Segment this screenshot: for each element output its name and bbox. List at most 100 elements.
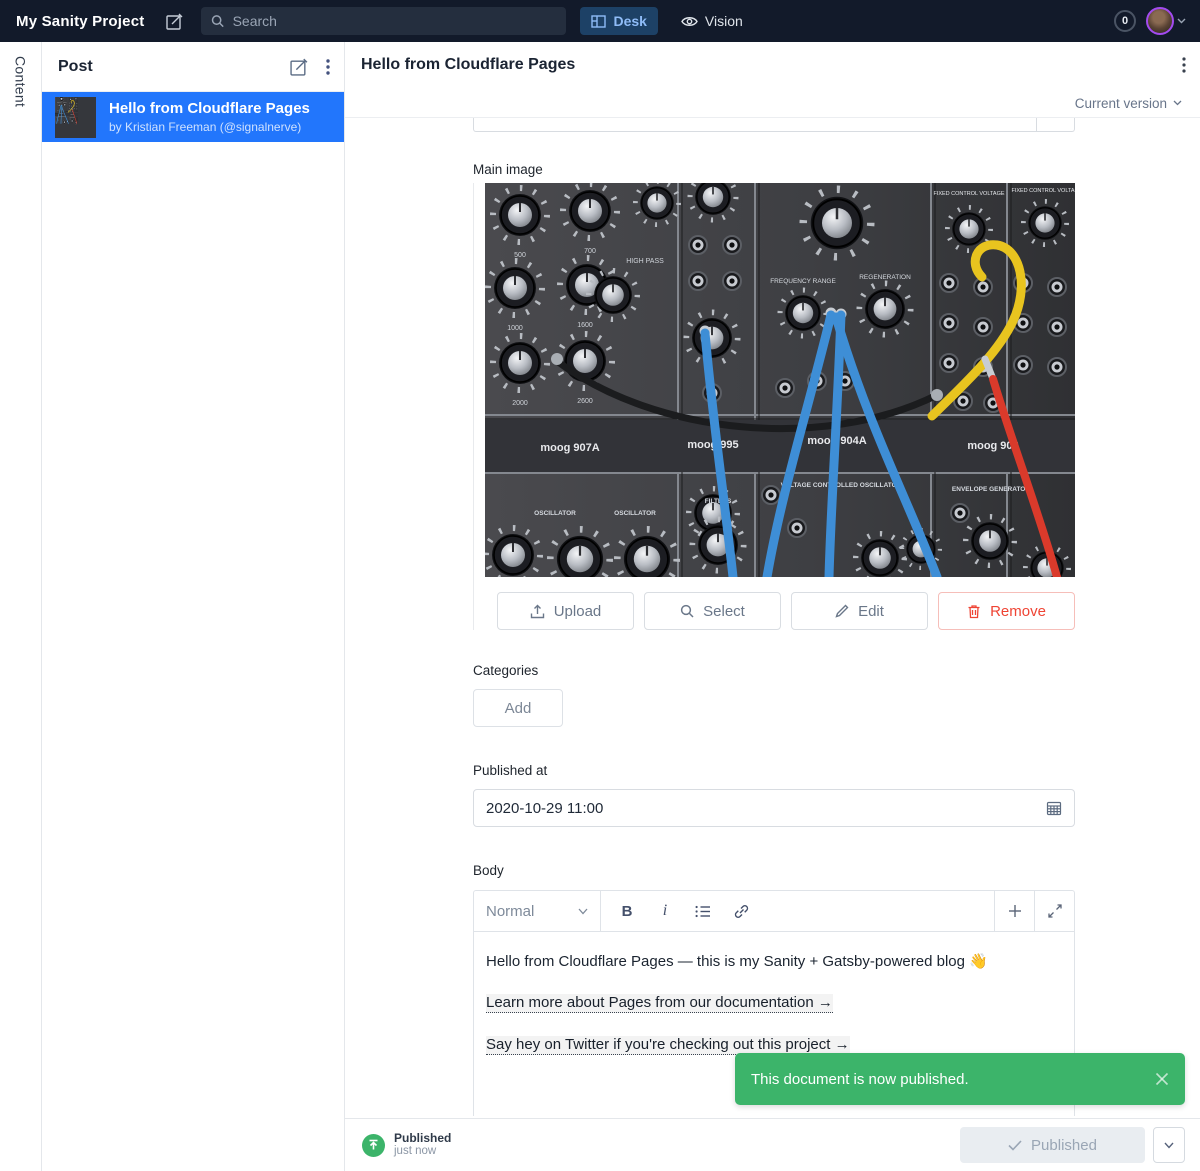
body-link-twitter[interactable]: Say hey on Twitter if you're checking ou… [486, 1036, 850, 1055]
edit-button[interactable]: Edit [791, 592, 928, 630]
eye-icon [681, 15, 698, 28]
tab-vision[interactable]: Vision [670, 7, 754, 35]
notifications-count: 0 [1122, 15, 1128, 27]
edit-button-label: Edit [858, 603, 884, 620]
body-toolbar: Normal B i [474, 891, 1074, 932]
desk-icon [591, 14, 606, 29]
version-selector[interactable]: Current version [1075, 96, 1182, 111]
post-item-subtitle: by Kristian Freeman (@signalnerve) [109, 120, 310, 134]
chevron-down-icon [1164, 1142, 1174, 1149]
chevron-down-icon [1173, 100, 1182, 106]
project-title: My Sanity Project [16, 13, 144, 30]
document-editor-pane: Hello from Cloudflare Pages Current vers… [345, 42, 1200, 1171]
publish-status-time: just now [394, 1145, 451, 1159]
toolbar-spacer [759, 891, 994, 931]
body-label: Body [473, 863, 1075, 878]
document-menu-button[interactable] [1182, 57, 1186, 73]
body-link-documentation[interactable]: Learn more about Pages from our document… [486, 994, 833, 1013]
publish-status-title: Published [394, 1131, 451, 1145]
chevron-down-icon [578, 908, 588, 915]
calendar-icon [1046, 800, 1062, 816]
toast-message: This document is now published. [751, 1071, 969, 1088]
plus-icon [1008, 904, 1022, 918]
main-image-field: Upload Select Edit Remove [473, 183, 1075, 630]
tab-desk-label: Desk [613, 13, 646, 29]
success-toast: This document is now published. [735, 1053, 1185, 1105]
post-thumbnail [55, 97, 96, 138]
post-panel-title: Post [58, 58, 93, 76]
chevron-down-icon [1177, 18, 1186, 24]
compose-icon [166, 13, 183, 30]
sanity-studio: 500700 10001600 20002600 HIGH PASS FREQU… [0, 0, 1200, 1171]
bullet-list-button[interactable] [685, 891, 721, 931]
post-item-title: Hello from Cloudflare Pages [109, 100, 310, 119]
document-form-scroll-area[interactable]: Main image Upload Select [345, 118, 1200, 1118]
expand-icon [1048, 904, 1062, 918]
slug-input-truncated[interactable] [473, 118, 1075, 132]
main-image-preview[interactable] [485, 183, 1075, 577]
published-button[interactable]: Published [960, 1127, 1145, 1163]
bold-button[interactable]: B [609, 891, 645, 931]
upload-icon [530, 604, 545, 619]
post-list-panel: Post Hello from Cloudflare Pages by Kris… [42, 42, 345, 1171]
publish-actions-menu-button[interactable] [1153, 1127, 1185, 1163]
new-document-button[interactable] [166, 13, 183, 30]
publish-arrow-icon [368, 1139, 379, 1151]
link-button[interactable] [723, 891, 759, 931]
create-post-button[interactable] [290, 58, 308, 76]
check-icon [1008, 1140, 1022, 1151]
insert-block-button[interactable] [994, 891, 1034, 931]
top-navbar: My Sanity Project Desk Vision 0 [0, 0, 1200, 42]
tab-vision-label: Vision [705, 13, 743, 29]
main-image-label: Main image [473, 162, 1075, 177]
trash-icon [967, 604, 981, 619]
tab-desk[interactable]: Desk [580, 7, 657, 35]
compose-icon [290, 58, 308, 76]
user-menu[interactable] [1146, 7, 1186, 35]
link-icon [734, 904, 749, 919]
search-input[interactable] [233, 13, 557, 29]
calendar-button[interactable] [1046, 800, 1062, 816]
sidebar-content-tab[interactable]: Content [0, 42, 42, 1171]
close-icon [1155, 1072, 1169, 1086]
bullet-list-icon [695, 905, 711, 918]
search-icon [680, 604, 694, 618]
post-panel-header: Post [42, 42, 344, 92]
document-footer: Published just now Published [345, 1118, 1200, 1171]
body-paragraph: Hello from Cloudflare Pages — this is my… [486, 952, 1060, 972]
document-header: Hello from Cloudflare Pages Current vers… [345, 42, 1200, 118]
toast-close-button[interactable] [1155, 1072, 1169, 1086]
select-button[interactable]: Select [644, 592, 781, 630]
post-list-item-selected[interactable]: Hello from Cloudflare Pages by Kristian … [42, 92, 344, 142]
fullscreen-button[interactable] [1034, 891, 1074, 931]
bold-label: B [622, 903, 633, 920]
italic-button[interactable]: i [647, 891, 683, 931]
text-style-value: Normal [486, 903, 534, 920]
post-panel-menu-button[interactable] [326, 59, 330, 75]
global-search[interactable] [201, 7, 566, 35]
sidebar-content-label: Content [13, 56, 29, 107]
categories-label: Categories [473, 663, 1075, 678]
search-icon [211, 14, 224, 28]
select-button-label: Select [703, 603, 745, 620]
published-at-label: Published at [473, 763, 1075, 778]
notifications-badge[interactable]: 0 [1114, 10, 1136, 32]
kebab-menu-icon [1182, 57, 1186, 73]
published-button-label: Published [1031, 1137, 1097, 1154]
published-at-input[interactable] [486, 800, 1046, 817]
italic-label: i [663, 902, 667, 920]
avatar [1146, 7, 1174, 35]
remove-button-label: Remove [990, 603, 1046, 620]
text-style-select[interactable]: Normal [474, 891, 601, 931]
publish-status-icon [362, 1134, 385, 1157]
slug-input-divider [1036, 118, 1037, 131]
version-label: Current version [1075, 96, 1167, 111]
published-at-field [473, 789, 1075, 827]
add-category-button[interactable]: Add [473, 689, 563, 727]
document-title: Hello from Cloudflare Pages [361, 56, 575, 74]
remove-button[interactable]: Remove [938, 592, 1075, 630]
upload-button[interactable]: Upload [497, 592, 634, 630]
kebab-menu-icon [326, 59, 330, 75]
pencil-icon [835, 604, 849, 618]
upload-button-label: Upload [554, 603, 602, 620]
